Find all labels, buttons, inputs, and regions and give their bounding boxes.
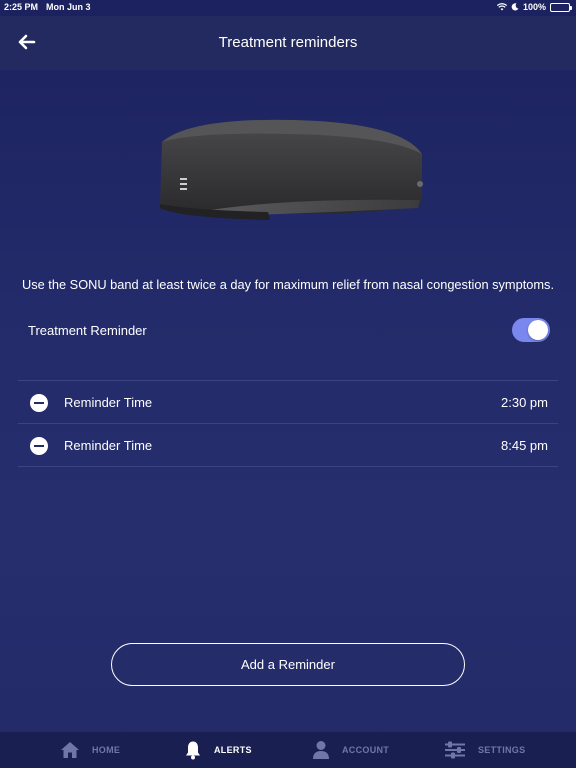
- tab-home-label: HOME: [92, 745, 121, 755]
- toggle-knob: [528, 320, 548, 340]
- tab-account[interactable]: ACCOUNT: [312, 732, 389, 768]
- bell-icon: [186, 741, 200, 760]
- wifi-icon: [496, 3, 507, 11]
- page-title: Treatment reminders: [218, 34, 358, 51]
- reminder-time[interactable]: 2:30 pm: [501, 395, 548, 410]
- sliders-icon: [445, 741, 465, 759]
- remove-reminder-icon[interactable]: [30, 394, 48, 412]
- treatment-reminder-toggle[interactable]: [512, 318, 550, 342]
- reminder-row[interactable]: Reminder Time 2:30 pm: [18, 381, 558, 424]
- home-icon: [61, 742, 79, 758]
- tab-home[interactable]: HOME: [60, 732, 120, 768]
- status-bar: 2:25 PM Mon Jun 3 100%: [0, 0, 576, 16]
- tab-bar: HOME ALERTS ACCOUNT SETTINGS: [0, 732, 576, 768]
- tab-account-label: ACCOUNT: [342, 745, 390, 755]
- nav-bar: Treatment reminders: [0, 16, 576, 70]
- tab-settings-label: SETTINGS: [478, 745, 526, 755]
- sonu-band-image: [160, 119, 423, 220]
- status-date: Mon Jun 3: [46, 2, 91, 12]
- battery-percent: 100%: [522, 2, 546, 12]
- remove-reminder-icon[interactable]: [30, 437, 48, 455]
- person-icon: [313, 741, 329, 759]
- moon-icon: [511, 3, 519, 11]
- battery-icon: [550, 2, 572, 12]
- treatment-reminder-row: Treatment Reminder: [28, 316, 550, 344]
- add-reminder-button[interactable]: Add a Reminder: [111, 643, 465, 686]
- reminder-label: Reminder Time: [64, 438, 153, 453]
- status-time: 2:25 PM: [4, 2, 39, 12]
- status-indicators: 100%: [496, 2, 572, 12]
- treatment-reminder-label: Treatment Reminder: [28, 323, 147, 338]
- usage-description: Use the SONU band at least twice a day f…: [22, 277, 554, 292]
- tab-settings[interactable]: SETTINGS: [444, 732, 525, 768]
- reminder-time[interactable]: 8:45 pm: [501, 438, 548, 453]
- reminder-list: Reminder Time 2:30 pm Reminder Time 8:45…: [18, 380, 558, 467]
- reminder-label: Reminder Time: [64, 395, 153, 410]
- tab-alerts-label: ALERTS: [214, 745, 252, 755]
- reminder-row[interactable]: Reminder Time 8:45 pm: [18, 424, 558, 467]
- tab-alerts[interactable]: ALERTS: [184, 732, 252, 768]
